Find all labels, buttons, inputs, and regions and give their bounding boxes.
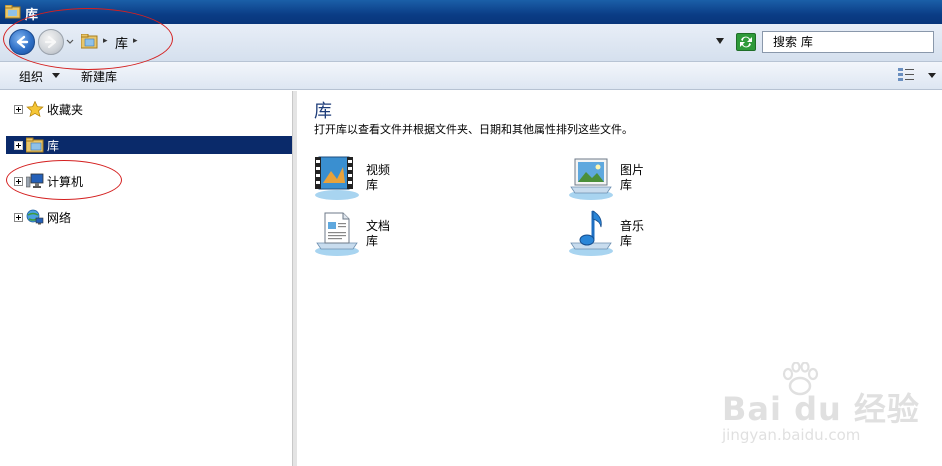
expand-icon[interactable] [14, 141, 23, 150]
refresh-button[interactable] [736, 33, 756, 51]
organize-dropdown-icon[interactable] [52, 73, 60, 78]
refresh-icon [740, 36, 752, 48]
nav-item-label: 收藏夹 [47, 103, 84, 117]
content-pane: 库 打开库以查看文件并根据文件夹、日期和其他属性排列这些文件。 视频 库 图片 … [297, 91, 942, 466]
library-type: 库 [620, 234, 633, 248]
breadcrumb-library[interactable]: 库 [115, 33, 128, 52]
address-dropdown-icon[interactable] [715, 37, 725, 45]
nav-item-network[interactable]: 网络 [6, 208, 294, 226]
search-input[interactable] [763, 32, 933, 52]
library-type: 库 [620, 178, 633, 192]
command-bar: 组织 新建库 [0, 62, 942, 90]
library-type: 库 [366, 234, 379, 248]
library-folder-icon [26, 137, 44, 153]
star-icon [26, 101, 44, 117]
address-toolbar: ▸ 库 ▸ [0, 24, 942, 62]
view-options-icon[interactable] [897, 67, 915, 83]
nav-item-favorites[interactable]: 收藏夹 [6, 100, 294, 118]
network-icon [26, 209, 44, 225]
expand-icon[interactable] [14, 213, 23, 222]
organize-button[interactable]: 组织 [19, 68, 43, 85]
library-type: 库 [366, 178, 379, 192]
forward-button[interactable] [38, 29, 64, 55]
address-field[interactable]: ▸ 库 ▸ [78, 31, 732, 53]
back-arrow-icon [16, 35, 29, 49]
nav-item-label: 库 [47, 139, 60, 153]
breadcrumb-separator[interactable]: ▸ [133, 36, 138, 46]
pictures-library-icon [569, 158, 613, 200]
expand-icon[interactable] [14, 105, 23, 114]
nav-item-libraries[interactable]: 库 [6, 136, 294, 154]
library-item-music[interactable]: 音乐 库 [567, 209, 727, 257]
forward-arrow-icon [44, 35, 57, 49]
window-title: 库 [25, 8, 39, 23]
music-library-icon [569, 210, 613, 256]
library-folder-icon [5, 5, 21, 19]
library-item-videos[interactable]: 视频 库 [313, 153, 473, 201]
search-box[interactable] [762, 31, 934, 53]
history-dropdown-icon[interactable] [66, 39, 74, 45]
view-dropdown-icon[interactable] [928, 73, 936, 78]
library-folder-icon [81, 34, 98, 49]
breadcrumb-separator[interactable]: ▸ [103, 36, 108, 46]
page-description: 打开库以查看文件并根据文件夹、日期和其他属性排列这些文件。 [314, 123, 633, 136]
back-button[interactable] [9, 29, 35, 55]
title-bar: 库 [0, 0, 942, 24]
expand-icon[interactable] [14, 177, 23, 186]
library-item-pictures[interactable]: 图片 库 [567, 153, 727, 201]
new-library-button[interactable]: 新建库 [81, 68, 117, 85]
documents-library-icon [315, 212, 359, 256]
video-library-icon [315, 156, 359, 200]
nav-item-label: 计算机 [47, 175, 84, 189]
computer-icon [26, 173, 44, 188]
page-title: 库 [314, 101, 332, 122]
nav-item-computer[interactable]: 计算机 [6, 172, 294, 190]
nav-item-label: 网络 [47, 211, 72, 225]
library-item-documents[interactable]: 文档 库 [313, 209, 473, 257]
